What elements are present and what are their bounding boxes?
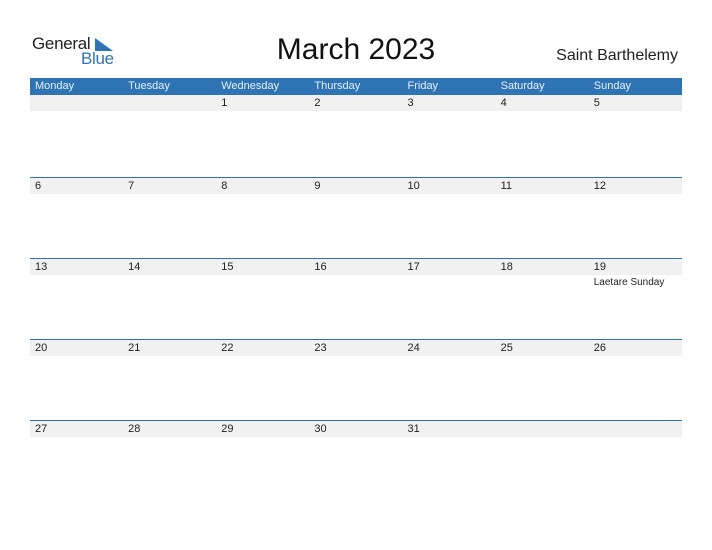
day-cell: 25 bbox=[496, 340, 589, 420]
week-row: 20 21 22 23 24 25 26 bbox=[30, 339, 682, 420]
day-number: 23 bbox=[314, 342, 327, 354]
day-cell: 16 bbox=[309, 259, 402, 339]
day-cell: 20 bbox=[30, 340, 123, 420]
day-cell: 18 bbox=[496, 259, 589, 339]
country-name: Saint Barthelemy bbox=[556, 47, 678, 64]
day-cell: 21 bbox=[123, 340, 216, 420]
week-row: 1 2 3 4 5 bbox=[30, 95, 682, 177]
day-number: 21 bbox=[128, 342, 141, 354]
day-number: 19 bbox=[593, 261, 606, 273]
day-cell: 12 bbox=[589, 178, 682, 258]
day-cell: 7 bbox=[123, 178, 216, 258]
day-number: 27 bbox=[35, 423, 48, 435]
day-number: 4 bbox=[500, 97, 507, 109]
day-cell: 17 bbox=[403, 259, 496, 339]
day-cell: 10 bbox=[403, 178, 496, 258]
day-number: 15 bbox=[221, 261, 234, 273]
day-cell: 30 bbox=[309, 421, 402, 501]
day-cell: 8 bbox=[216, 178, 309, 258]
day-cell: 24 bbox=[403, 340, 496, 420]
day-cell: 19 Laetare Sunday bbox=[589, 259, 682, 339]
day-number: 17 bbox=[407, 261, 420, 273]
day-cell: 31 bbox=[403, 421, 496, 501]
week-row: 6 7 8 9 10 11 12 bbox=[30, 177, 682, 258]
day-cell bbox=[589, 421, 682, 501]
day-number: 6 bbox=[35, 180, 42, 192]
day-cell: 9 bbox=[309, 178, 402, 258]
weekday-wednesday: Wednesday bbox=[221, 80, 280, 92]
weekday-monday: Monday bbox=[35, 80, 75, 92]
day-number: 29 bbox=[221, 423, 234, 435]
day-number: 28 bbox=[128, 423, 141, 435]
day-cell: 14 bbox=[123, 259, 216, 339]
day-cell: 27 bbox=[30, 421, 123, 501]
day-number: 31 bbox=[407, 423, 420, 435]
day-cell bbox=[496, 421, 589, 501]
day-number: 3 bbox=[407, 97, 414, 109]
day-number: 11 bbox=[500, 180, 513, 192]
day-number: 10 bbox=[407, 180, 420, 192]
weekday-header: Monday Tuesday Wednesday Thursday Friday… bbox=[30, 78, 682, 95]
day-cell: 29 bbox=[216, 421, 309, 501]
day-cell: 22 bbox=[216, 340, 309, 420]
day-number: 30 bbox=[314, 423, 327, 435]
day-number: 25 bbox=[500, 342, 513, 354]
day-number: 22 bbox=[221, 342, 234, 354]
weekday-thursday: Thursday bbox=[314, 80, 361, 92]
day-cell: 2 bbox=[309, 95, 402, 177]
day-number: 12 bbox=[593, 180, 606, 192]
day-cell: 4 bbox=[496, 95, 589, 177]
day-cell: 15 bbox=[216, 259, 309, 339]
day-cell bbox=[123, 95, 216, 177]
holiday-label: Laetare Sunday bbox=[593, 277, 665, 288]
day-cell: 5 bbox=[589, 95, 682, 177]
day-number: 7 bbox=[128, 180, 135, 192]
weekday-friday: Friday bbox=[407, 80, 439, 92]
day-number: 24 bbox=[407, 342, 420, 354]
day-cell: 26 bbox=[589, 340, 682, 420]
day-number: 1 bbox=[221, 97, 228, 109]
week-row: 13 14 15 16 17 18 19 Laetare Sunday bbox=[30, 258, 682, 339]
day-cell: 13 bbox=[30, 259, 123, 339]
calendar-grid: Monday Tuesday Wednesday Thursday Friday… bbox=[30, 78, 682, 501]
day-cell bbox=[30, 95, 123, 177]
day-cell: 23 bbox=[309, 340, 402, 420]
weekday-tuesday: Tuesday bbox=[128, 80, 170, 92]
day-number: 20 bbox=[35, 342, 48, 354]
weekday-sunday: Sunday bbox=[593, 80, 632, 92]
day-number: 16 bbox=[314, 261, 327, 273]
day-cell: 3 bbox=[403, 95, 496, 177]
day-number: 9 bbox=[314, 180, 321, 192]
day-number: 13 bbox=[35, 261, 48, 273]
week-row: 27 28 29 30 31 bbox=[30, 420, 682, 501]
day-number: 14 bbox=[128, 261, 141, 273]
day-number: 2 bbox=[314, 97, 321, 109]
day-cell: 6 bbox=[30, 178, 123, 258]
day-number: 8 bbox=[221, 180, 228, 192]
weekday-saturday: Saturday bbox=[500, 80, 545, 92]
day-number: 26 bbox=[593, 342, 606, 354]
day-cell: 1 bbox=[216, 95, 309, 177]
day-number: 5 bbox=[593, 97, 600, 109]
day-number: 18 bbox=[500, 261, 513, 273]
day-cell: 11 bbox=[496, 178, 589, 258]
weeks-container: 1 2 3 4 5 6 7 8 9 10 11 12 13 14 15 16 17 18 19 Laetare Sun… bbox=[30, 95, 682, 501]
day-cell: 28 bbox=[123, 421, 216, 501]
